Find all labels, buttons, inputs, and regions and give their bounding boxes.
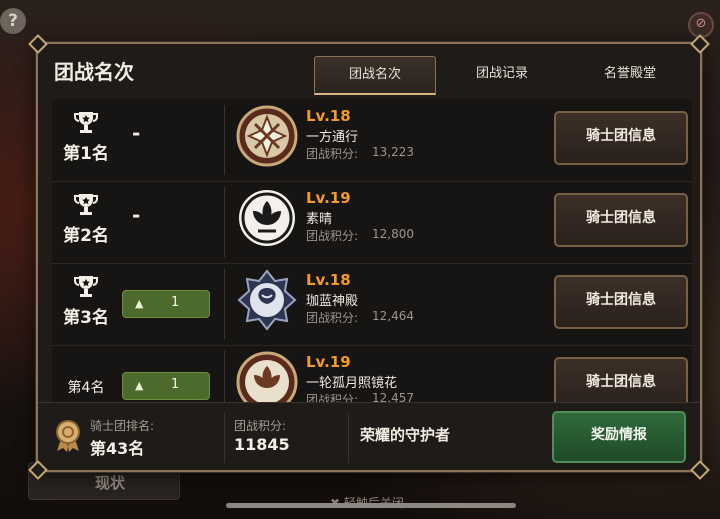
lotus-emblem-icon: [239, 190, 295, 246]
guild-rank-label: 骑士团排名:: [90, 419, 155, 433]
guild-rank-value: 第43名: [90, 439, 145, 458]
tab-hall-of-fame[interactable]: 名誉殿堂: [570, 56, 690, 92]
score-label: 团战积分:: [306, 393, 359, 402]
score-value: 12,457: [372, 391, 414, 402]
guild-level: Lv.19: [306, 189, 351, 207]
divider: [224, 413, 225, 463]
tab-bar: 团战名次 团战记录 名誉殿堂: [314, 56, 694, 95]
tab-battle-rank[interactable]: 团战名次: [314, 56, 436, 95]
rank-label: 第4名: [67, 380, 105, 396]
trophy-icon: [74, 276, 98, 297]
reward-info-button[interactable]: 奖励情报: [552, 411, 686, 463]
guild-name: 珈蓝神殿: [306, 294, 359, 309]
rank-label: 第3名: [63, 308, 109, 328]
help-icon[interactable]: ?: [0, 8, 26, 34]
guild-score-label: 团战积分:: [234, 419, 287, 433]
guild-score-value: 11845: [234, 435, 290, 454]
score-value: 12,464: [372, 309, 414, 323]
rank-row: 第1名 - Lv.18 一方通行 团战积分: 13,223 骑士团信息: [52, 99, 692, 182]
page-title: 团战名次: [54, 60, 134, 84]
rank-label: 第1名: [63, 144, 109, 164]
trophy-icon: [74, 194, 98, 215]
rank-change: -: [132, 203, 141, 227]
divider: [224, 351, 225, 402]
rank-row: 第3名 ▲ 1 Lv.18 珈蓝神殿 团战积分: 12,464 骑士团信息: [52, 263, 692, 346]
score-value: 12,800: [372, 227, 414, 241]
rank-row: 第2名 - Lv.19 素晴 团战积分: 12,800 骑士团信息: [52, 181, 692, 264]
background-close-icon[interactable]: ⊘: [688, 12, 714, 38]
up-arrow-icon: ▲: [135, 379, 144, 392]
rank-row: 第4名 ▲ 1 Lv.19 一轮孤月照镜花 团战积分: 12,457 骑士团信息: [52, 345, 692, 402]
rank-cell: 第3名: [52, 263, 120, 345]
trophy-icon: [74, 112, 98, 133]
home-indicator: [226, 503, 516, 508]
guild-name: 一轮孤月照镜花: [306, 376, 398, 391]
my-guild-summary: 骑士团排名: 第43名 团战积分: 11845 荣耀的守护者 奖励情报: [38, 402, 700, 471]
guild-level: Lv.19: [306, 353, 351, 371]
up-arrow-icon: ▲: [135, 297, 144, 310]
divider: [224, 105, 225, 175]
divider: [348, 413, 349, 463]
guild-level: Lv.18: [306, 271, 351, 289]
rank-label: 第2名: [63, 226, 109, 246]
medal-icon: [56, 420, 80, 452]
divider: [224, 187, 225, 257]
score-value: 13,223: [372, 145, 414, 159]
guild-info-button[interactable]: 骑士团信息: [554, 357, 688, 402]
rank-change-badge: ▲ 1: [122, 290, 210, 318]
guild-info-button[interactable]: 骑士团信息: [554, 275, 688, 329]
score-label: 团战积分:: [306, 229, 359, 243]
rank-change-badge: ▲ 1: [122, 372, 210, 400]
status-button-label: 现状: [95, 474, 126, 492]
guild-name: 一方通行: [306, 130, 359, 145]
rank-cell: 第1名: [52, 99, 120, 181]
rank-change-value: 1: [171, 377, 180, 392]
rank-list[interactable]: 第1名 - Lv.18 一方通行 团战积分: 13,223 骑士团信息 第2名 …: [52, 99, 692, 402]
rose-emblem-icon: [237, 269, 297, 331]
score-label: 团战积分:: [306, 311, 359, 325]
guild-info-button[interactable]: 骑士团信息: [554, 111, 688, 165]
guild-info-button[interactable]: 骑士团信息: [554, 193, 688, 247]
rank-change: -: [132, 121, 141, 145]
rank-modal: 团战名次 团战名次 团战记录 名誉殿堂 第1名 - Lv.18 一方通行 团战积…: [28, 34, 710, 480]
guild-level: Lv.18: [306, 107, 351, 125]
lotus-emblem-icon: [236, 351, 298, 402]
rank-change-value: 1: [171, 295, 180, 310]
cross-emblem-icon: [236, 105, 298, 167]
guild-name: 素晴: [306, 212, 333, 227]
rank-cell: 第4名: [52, 345, 120, 402]
guild-title: 荣耀的守护者: [360, 426, 451, 444]
rank-cell: 第2名: [52, 181, 120, 263]
score-label: 团战积分:: [306, 147, 359, 161]
divider: [224, 269, 225, 339]
tab-battle-record[interactable]: 团战记录: [442, 56, 562, 92]
